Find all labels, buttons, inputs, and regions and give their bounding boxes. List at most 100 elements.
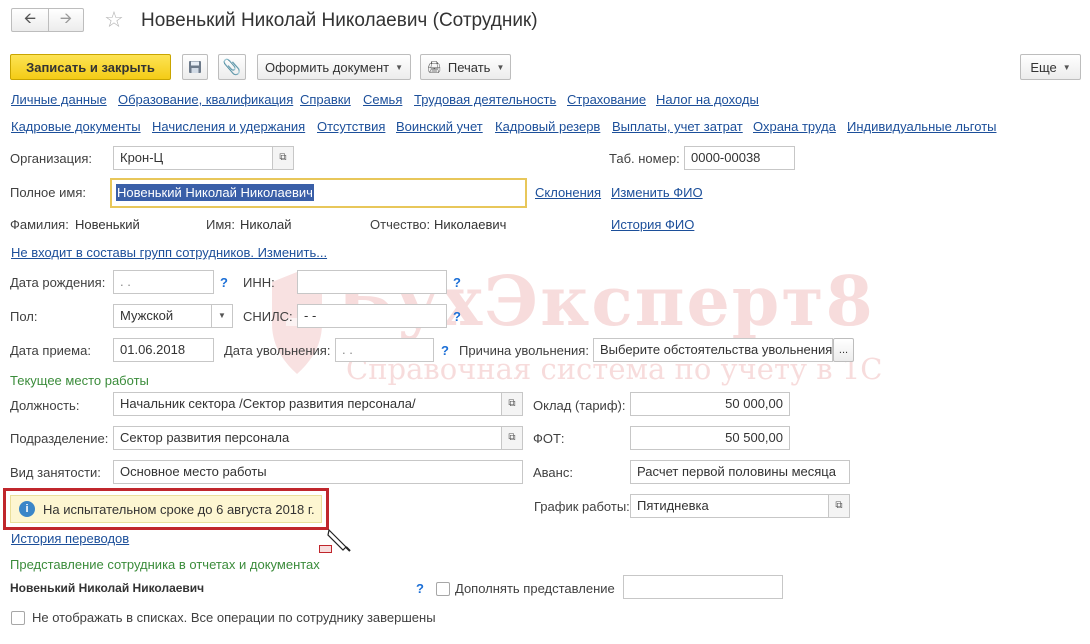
- tab-income-tax[interactable]: Налог на доходы: [656, 92, 759, 107]
- dismissal-reason-field[interactable]: Выберите обстоятельства увольнения.: [593, 338, 833, 362]
- tab-number-value: 0000-00038: [691, 150, 761, 165]
- supplement-checkbox[interactable]: [436, 582, 450, 596]
- birth-date-help-icon[interactable]: ?: [220, 275, 228, 290]
- probation-text: На испытательном сроке до 6 августа 2018…: [43, 501, 315, 517]
- snils-label: СНИЛС:: [243, 309, 293, 324]
- tab-accruals[interactable]: Начисления и удержания: [152, 119, 305, 134]
- change-fio-link[interactable]: Изменить ФИО: [611, 185, 703, 200]
- organization-field[interactable]: Крон-Ц ⧉: [113, 146, 294, 170]
- gender-value: Мужской: [120, 308, 174, 323]
- employment-type-field[interactable]: Основное место работы: [113, 460, 523, 484]
- probation-notice: i На испытательном сроке до 6 августа 20…: [3, 488, 329, 530]
- create-document-dropdown[interactable]: Оформить документ ▼: [257, 54, 411, 80]
- tab-education[interactable]: Образование, квалификация: [118, 92, 293, 107]
- more-label: Еще: [1030, 59, 1057, 75]
- hire-date-input[interactable]: 01.06.2018: [113, 338, 214, 362]
- advance-label: Аванс:: [533, 465, 573, 480]
- snils-value: - -: [304, 308, 317, 323]
- name-label: Имя:: [206, 217, 235, 232]
- probation-notice-inner: i На испытательном сроке до 6 августа 20…: [10, 495, 322, 523]
- inn-label: ИНН:: [243, 275, 275, 290]
- open-icon[interactable]: ⧉: [272, 147, 293, 169]
- tab-personal-data[interactable]: Личные данные: [11, 92, 107, 107]
- advance-field[interactable]: Расчет первой половины месяца: [630, 460, 850, 484]
- tab-benefits[interactable]: Индивидуальные льготы: [847, 119, 997, 134]
- favorite-star-button[interactable]: ☆: [100, 6, 128, 34]
- declension-link[interactable]: Склонения: [535, 185, 601, 200]
- dismissal-help-icon[interactable]: ?: [441, 343, 449, 358]
- hire-date-label: Дата приема:: [10, 343, 91, 358]
- supplement-input[interactable]: [623, 575, 783, 599]
- department-field[interactable]: Сектор развития персонала ⧉: [113, 426, 523, 450]
- marker-square-icon: [319, 545, 332, 553]
- open-icon[interactable]: ⧉: [828, 495, 849, 517]
- org-label: Организация:: [10, 151, 93, 166]
- representation-help-icon[interactable]: ?: [416, 581, 424, 596]
- snils-input[interactable]: - -: [297, 304, 447, 328]
- supplement-label: Дополнять представление: [455, 581, 615, 596]
- tab-number-field[interactable]: 0000-00038: [684, 146, 795, 170]
- gender-select[interactable]: Мужской ▼: [113, 304, 233, 328]
- birth-date-input[interactable]: . .: [113, 270, 214, 294]
- info-icon: i: [19, 501, 35, 517]
- hire-date-value: 01.06.2018: [120, 342, 186, 357]
- back-button[interactable]: 🡨: [11, 8, 49, 32]
- tab-absences[interactable]: Отсутствия: [317, 119, 385, 134]
- hide-in-lists-label: Не отображать в списках. Все операции по…: [32, 610, 436, 625]
- dropdown-arrow-icon[interactable]: ▼: [211, 305, 232, 327]
- more-dropdown[interactable]: Еще ▼: [1020, 54, 1081, 80]
- tab-certificates[interactable]: Справки: [300, 92, 351, 107]
- open-icon[interactable]: ⧉: [501, 427, 522, 449]
- patronymic-value: Николаевич: [434, 217, 507, 232]
- dismissal-date-label: Дата увольнения:: [224, 343, 331, 358]
- schedule-field[interactable]: Пятидневка ⧉: [630, 494, 850, 518]
- tab-reserve[interactable]: Кадровый резерв: [495, 119, 600, 134]
- department-label: Подразделение:: [10, 431, 109, 446]
- hide-in-lists-checkbox[interactable]: [11, 611, 25, 625]
- print-label: Печать: [447, 59, 491, 75]
- history-fio-link[interactable]: История ФИО: [611, 217, 694, 232]
- fullname-input[interactable]: Новенький Николай Николаевич: [110, 178, 527, 208]
- birth-date-value: . .: [120, 274, 131, 289]
- salary-field[interactable]: 50 000,00: [630, 392, 790, 416]
- open-icon[interactable]: ⧉: [501, 393, 522, 415]
- dropdown-arrow-icon: ▼: [496, 62, 505, 72]
- transfers-history-link[interactable]: История переводов: [11, 531, 129, 546]
- fot-label: ФОТ:: [533, 431, 565, 446]
- gender-label: Пол:: [10, 309, 38, 324]
- dropdown-arrow-icon: ▼: [1062, 62, 1071, 72]
- tab-hr-documents[interactable]: Кадровые документы: [11, 119, 141, 134]
- groups-link[interactable]: Не входит в составы групп сотрудников. И…: [11, 245, 327, 260]
- select-reason-button[interactable]: ...: [833, 338, 854, 362]
- inn-input[interactable]: [297, 270, 447, 294]
- position-value: Начальник сектора /Сектор развития персо…: [120, 396, 416, 411]
- fullname-value: Новенький Николай Николаевич: [116, 184, 314, 201]
- salary-label: Оклад (тариф):: [533, 398, 626, 413]
- inn-help-icon[interactable]: ?: [453, 275, 461, 290]
- tab-military[interactable]: Воинский учет: [396, 119, 483, 134]
- save-button[interactable]: [182, 54, 208, 80]
- printer-icon: 🖨: [426, 60, 442, 74]
- tab-labor-safety[interactable]: Охрана труда: [753, 119, 836, 134]
- dismissal-reason-label: Причина увольнения:: [459, 343, 589, 358]
- fullname-label: Полное имя:: [10, 185, 86, 200]
- dismissal-date-input[interactable]: . .: [335, 338, 434, 362]
- name-value: Николай: [240, 217, 292, 232]
- department-value: Сектор развития персонала: [120, 430, 290, 445]
- surname-label: Фамилия:: [10, 217, 69, 232]
- page-title: Новенький Николай Николаевич (Сотрудник): [141, 10, 538, 31]
- arrow-right-icon: 🡪: [59, 9, 73, 27]
- attach-button[interactable]: 📎: [218, 54, 246, 80]
- fot-field[interactable]: 50 500,00: [630, 426, 790, 450]
- tab-insurance[interactable]: Страхование: [567, 92, 646, 107]
- save-and-close-button[interactable]: Записать и закрыть: [10, 54, 171, 80]
- forward-button[interactable]: 🡪: [48, 8, 84, 32]
- create-document-label: Оформить документ: [264, 59, 390, 75]
- tab-labor-activity[interactable]: Трудовая деятельность: [414, 92, 556, 107]
- tab-family[interactable]: Семья: [363, 92, 402, 107]
- print-dropdown[interactable]: 🖨 Печать ▼: [420, 54, 511, 80]
- snils-help-icon[interactable]: ?: [453, 309, 461, 324]
- position-field[interactable]: Начальник сектора /Сектор развития персо…: [113, 392, 523, 416]
- schedule-value: Пятидневка: [637, 498, 709, 513]
- tab-payments[interactable]: Выплаты, учет затрат: [612, 119, 743, 134]
